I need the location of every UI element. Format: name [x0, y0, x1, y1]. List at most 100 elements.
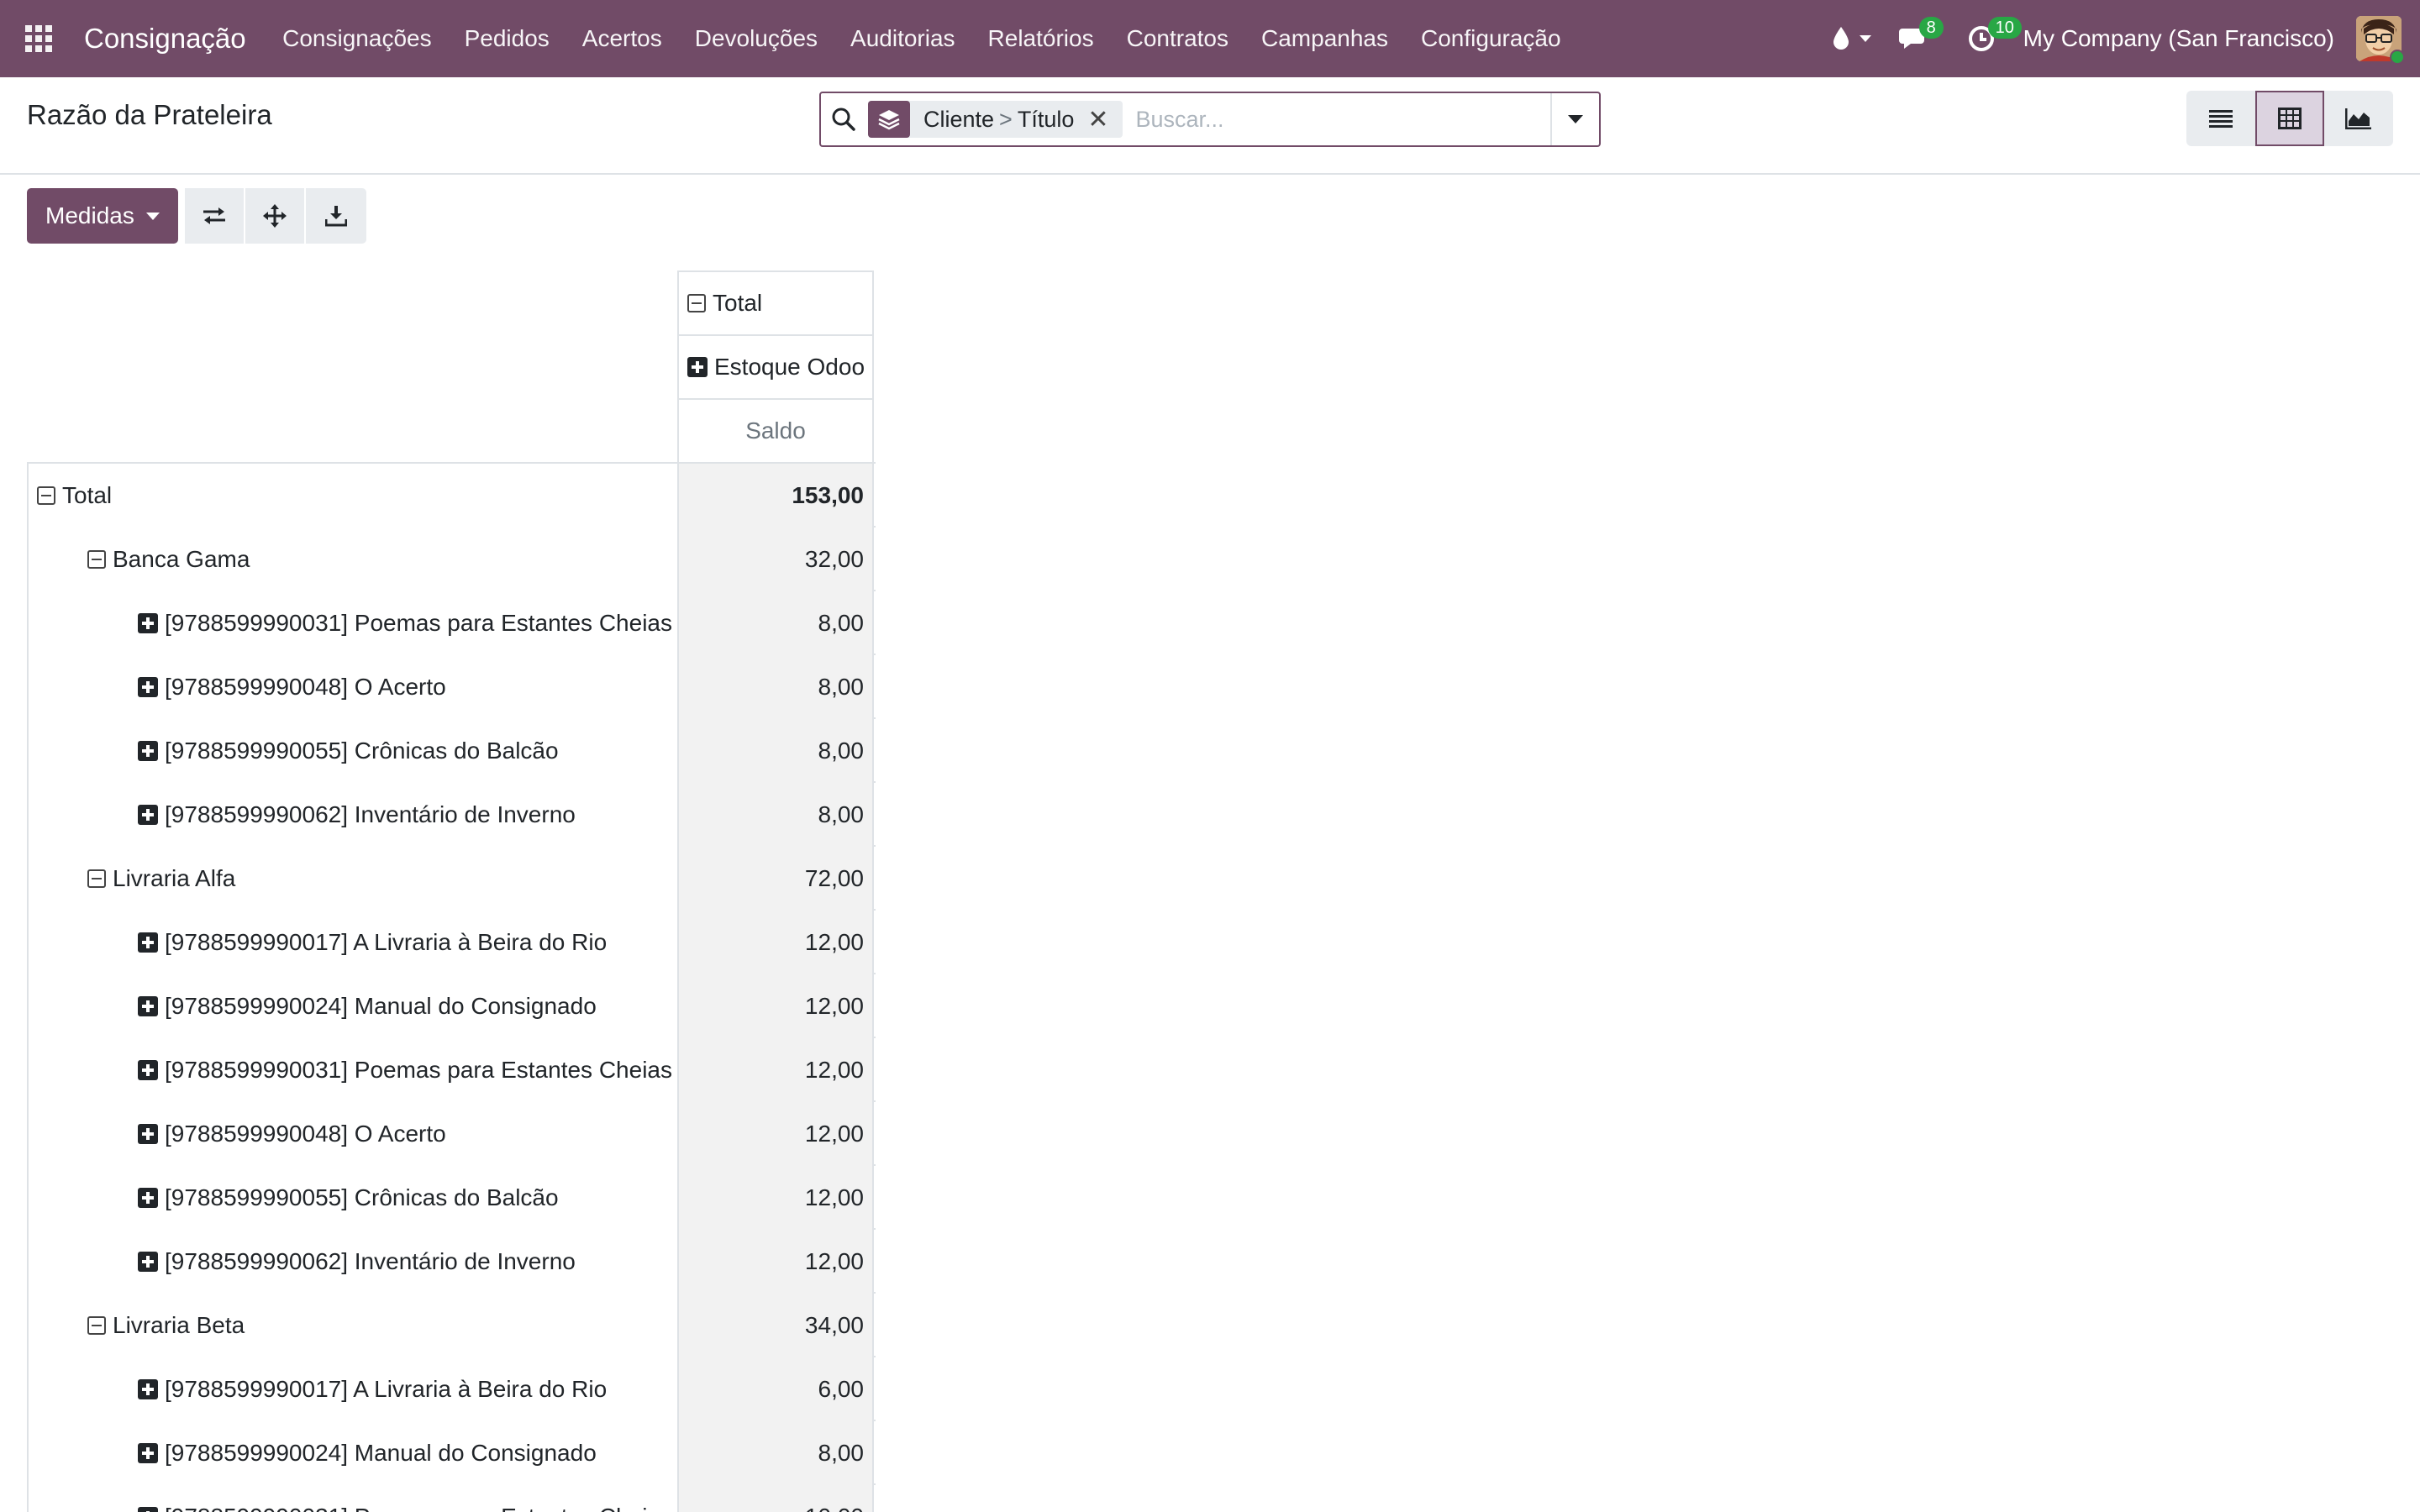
row-value[interactable]: 153,00	[677, 464, 874, 528]
table-row: [9788599990031] Poemas para Estantes Che…	[27, 590, 876, 655]
expand-icon	[687, 357, 708, 377]
row-value[interactable]: 8,00	[677, 1421, 874, 1485]
menu-item-contratos[interactable]: Contratos	[1110, 0, 1244, 77]
pivot-toolbar: Medidas	[27, 188, 366, 244]
row-value[interactable]: 8,00	[677, 591, 874, 655]
flip-axis-button[interactable]	[184, 188, 245, 244]
row-header-group[interactable]: Livraria Beta	[27, 1294, 677, 1357]
table-row: [9788599990062] Inventário de Inverno 8,…	[27, 781, 876, 847]
group-by-facet: Cliente > Título ✕	[868, 101, 1123, 138]
row-label: [9788599990062] Inventário de Inverno	[165, 1248, 576, 1274]
row-header-item[interactable]: [9788599990024] Manual do Consignado	[27, 1421, 677, 1485]
menu-item-campanhas[interactable]: Campanhas	[1245, 0, 1405, 77]
menu-item-acertos[interactable]: Acertos	[566, 0, 678, 77]
activity-menu[interactable]: 10	[1954, 0, 2022, 77]
menu-item-devolucoes[interactable]: Devoluções	[678, 0, 834, 77]
search-input[interactable]	[1122, 94, 1550, 144]
user-avatar[interactable]	[2356, 16, 2405, 65]
row-header-item[interactable]: [9788599990055] Crônicas do Balcão	[27, 719, 677, 783]
menu-item-relatorios[interactable]: Relatórios	[971, 0, 1110, 77]
collapse-icon	[87, 1316, 106, 1335]
row-label: Livraria Beta	[113, 1312, 245, 1338]
expand-icon	[138, 1252, 158, 1272]
graph-view-button[interactable]	[2324, 91, 2393, 146]
search-options-toggle[interactable]	[1550, 93, 1599, 145]
row-value[interactable]: 12,00	[677, 974, 874, 1038]
row-label: Livraria Alfa	[113, 865, 236, 891]
menu-item-auditorias[interactable]: Auditorias	[834, 0, 972, 77]
pivot-rows: Total 153,00 Banca Gama 32,00 [978859999…	[27, 462, 876, 1512]
download-xlsx-button[interactable]	[305, 188, 366, 244]
menu-item-configuracao[interactable]: Configuração	[1405, 0, 1578, 77]
search-icon[interactable]	[821, 93, 866, 145]
row-header-item[interactable]: [9788599990062] Inventário de Inverno	[27, 783, 677, 847]
row-value[interactable]: 8,00	[677, 719, 874, 783]
row-value[interactable]: 12,00	[677, 1230, 874, 1294]
col-header-total-label: Total	[713, 290, 763, 316]
facet-separator: >	[999, 106, 1013, 132]
messaging-menu[interactable]: 8	[1886, 0, 1944, 77]
table-row: [9788599990017] A Livraria à Beira do Ri…	[27, 909, 876, 974]
row-header-item[interactable]: [9788599990017] A Livraria à Beira do Ri…	[27, 1357, 677, 1421]
company-switcher[interactable]: My Company (San Francisco)	[2008, 25, 2356, 52]
measures-button[interactable]: Medidas	[27, 188, 178, 244]
expand-icon	[138, 932, 158, 953]
pivot-column-headers: Total Estoque Odoo Saldo	[677, 270, 874, 462]
row-header-item[interactable]: [9788599990055] Crônicas do Balcão	[27, 1166, 677, 1230]
row-value[interactable]: 12,00	[677, 911, 874, 974]
row-label: [9788599990031] Poemas para Estantes Che…	[165, 610, 672, 636]
main-menu: Consignações Pedidos Acertos Devoluções …	[266, 0, 1577, 77]
row-label: [9788599990048] O Acerto	[165, 674, 446, 700]
row-label: [9788599990017] A Livraria à Beira do Ri…	[165, 1376, 608, 1402]
table-row: [9788599990017] A Livraria à Beira do Ri…	[27, 1356, 876, 1421]
row-label: [9788599990062] Inventário de Inverno	[165, 801, 576, 827]
exchange-icon	[203, 207, 225, 224]
top-navbar: Consignação Consignações Pedidos Acertos…	[0, 0, 2420, 77]
menu-item-consignacoes[interactable]: Consignações	[266, 0, 448, 77]
table-row: [9788599990031] Poemas para Estantes Che…	[27, 1483, 876, 1512]
row-header-group[interactable]: Banca Gama	[27, 528, 677, 591]
expand-icon	[138, 1124, 158, 1144]
app-menu-button[interactable]	[0, 0, 77, 77]
area-chart-icon	[2345, 108, 2371, 129]
col-header-group[interactable]: Estoque Odoo	[677, 334, 874, 398]
row-label: [9788599990048] O Acerto	[165, 1121, 446, 1147]
col-header-total[interactable]: Total	[677, 270, 874, 334]
row-header-item[interactable]: [9788599990062] Inventário de Inverno	[27, 1230, 677, 1294]
row-value[interactable]: 8,00	[677, 783, 874, 847]
expand-all-button[interactable]	[245, 188, 306, 244]
row-header-item[interactable]: [9788599990048] O Acerto	[27, 655, 677, 719]
row-header-total[interactable]: Total	[27, 464, 677, 528]
row-header-group[interactable]: Livraria Alfa	[27, 847, 677, 911]
list-view-button[interactable]	[2186, 91, 2255, 146]
measures-label: Medidas	[45, 202, 134, 228]
row-header-item[interactable]: [9788599990031] Poemas para Estantes Che…	[27, 591, 677, 655]
row-value[interactable]: 12,00	[677, 1038, 874, 1102]
row-header-item[interactable]: [9788599990048] O Acerto	[27, 1102, 677, 1166]
row-value[interactable]: 12,00	[677, 1166, 874, 1230]
expand-icon	[138, 1443, 158, 1463]
table-row: [9788599990055] Crônicas do Balcão 12,00	[27, 1164, 876, 1230]
row-value[interactable]: 12,00	[677, 1102, 874, 1166]
row-header-item[interactable]: [9788599990031] Poemas para Estantes Che…	[27, 1038, 677, 1102]
col-header-measure[interactable]: Saldo	[677, 398, 874, 462]
row-value[interactable]: 34,00	[677, 1294, 874, 1357]
row-value[interactable]: 8,00	[677, 655, 874, 719]
row-header-item[interactable]: [9788599990031] Poemas para Estantes Che…	[27, 1485, 677, 1512]
row-header-item[interactable]: [9788599990024] Manual do Consignado	[27, 974, 677, 1038]
facet-remove-button[interactable]: ✕	[1087, 105, 1122, 134]
row-label: [9788599990017] A Livraria à Beira do Ri…	[165, 929, 608, 955]
row-value[interactable]: 32,00	[677, 528, 874, 591]
expand-icon	[138, 677, 158, 697]
pivot-view-button[interactable]	[2255, 91, 2324, 146]
row-value[interactable]: 72,00	[677, 847, 874, 911]
table-row: [9788599990024] Manual do Consignado 8,0…	[27, 1420, 876, 1485]
app-brand[interactable]: Consignação	[84, 23, 246, 55]
table-row: [9788599990031] Poemas para Estantes Che…	[27, 1037, 876, 1102]
row-value[interactable]: 6,00	[677, 1357, 874, 1421]
menu-item-pedidos[interactable]: Pedidos	[448, 0, 566, 77]
row-value[interactable]: 10,00	[677, 1485, 874, 1512]
systray: 8 10 My Company (San Francisco)	[1818, 0, 2420, 77]
row-header-item[interactable]: [9788599990017] A Livraria à Beira do Ri…	[27, 911, 677, 974]
debug-menu[interactable]	[1818, 0, 1886, 77]
